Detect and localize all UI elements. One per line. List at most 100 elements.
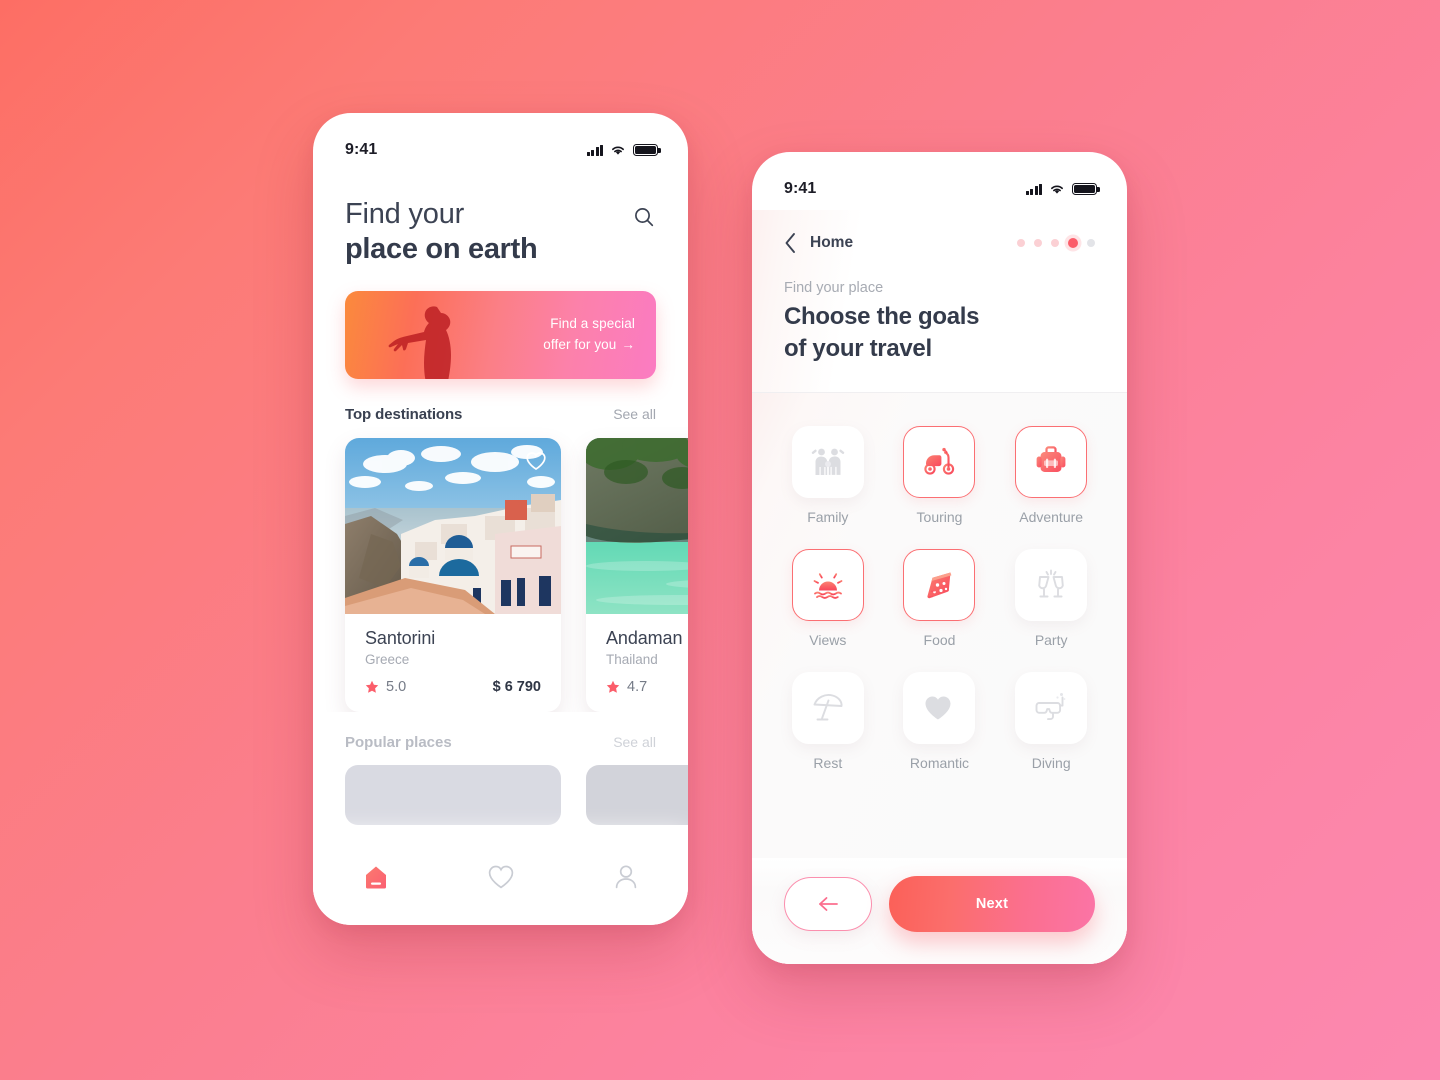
cellular-signal-icon (1025, 183, 1042, 195)
arrow-right-icon: → (621, 336, 635, 352)
andaman-photo (586, 437, 688, 614)
pagination-dot-4-active[interactable] (1068, 238, 1078, 248)
next-button[interactable]: Next (889, 876, 1095, 932)
special-offer-banner[interactable]: Find a special offer for you → (345, 290, 656, 379)
star-icon (606, 680, 620, 693)
goals-header-top: Home (784, 232, 1095, 254)
umbrella-icon (813, 694, 843, 721)
goal-label: Party (1034, 632, 1068, 649)
goal-option-party[interactable]: Party (1007, 549, 1095, 648)
goals-title-line2: of your travel (784, 334, 932, 362)
pagination-dot-2[interactable] (1034, 239, 1042, 247)
destination-price: $ 6 790 (492, 678, 541, 695)
goal-tile (1015, 672, 1088, 745)
goals-grid: Family Touring Adventure Views Food Part… (784, 426, 1095, 771)
goal-label: Diving (1031, 755, 1071, 772)
popular-places-title: Popular places (345, 733, 452, 751)
goal-tile (903, 549, 976, 622)
goal-tile (903, 426, 976, 499)
goal-option-adventure[interactable]: Adventure (1007, 426, 1095, 525)
destination-country: Greece (365, 651, 410, 667)
pagination-dots (1017, 238, 1095, 248)
status-bar-icons (586, 144, 661, 156)
goal-option-rest[interactable]: Rest (784, 672, 872, 771)
goal-label: Family (807, 509, 849, 526)
rating-value: 4.7 (627, 678, 648, 695)
destination-meta: 5.0 $ 6 790 (365, 679, 541, 695)
destination-photo-santorini (345, 437, 561, 614)
woman-silhouette-icon (388, 306, 451, 379)
status-bar-time: 9:41 (784, 180, 817, 197)
back-to-home-link[interactable]: Home (784, 232, 853, 254)
destination-card[interactable]: Andaman Thailand 4.7 (586, 437, 688, 712)
home-header: Find your place on earth (313, 171, 688, 268)
goals-grid-container: Family Touring Adventure Views Food Part… (752, 392, 1127, 858)
top-destinations-carousel[interactable]: Santorini Greece 5.0 $ 6 790 Andaman Tha… (313, 423, 688, 712)
top-destinations-see-all[interactable]: See all (613, 406, 656, 422)
goals-title: Choose the goals of your travel (784, 301, 1095, 364)
status-bar-time: 9:41 (345, 141, 378, 158)
top-destinations-title: Top destinations (345, 405, 463, 423)
wifi-icon (1051, 185, 1063, 194)
page-title-line1: Find your (345, 198, 465, 230)
previous-step-button[interactable] (784, 877, 872, 931)
pagination-dot-5[interactable] (1087, 239, 1095, 247)
popular-places-section: Popular places See all (313, 734, 688, 825)
goal-option-views[interactable]: Views (784, 549, 872, 648)
goal-label: Adventure (1019, 509, 1084, 526)
scooter-icon (924, 448, 955, 475)
rating: 5.0 (365, 679, 406, 695)
favorite-button[interactable] (525, 451, 547, 476)
goal-option-family[interactable]: Family (784, 426, 872, 525)
destination-info: Andaman Thailand 4.7 (586, 614, 688, 712)
phone-home-screen: 9:41 Find your place on earth Find a spe… (313, 113, 688, 925)
star-icon (365, 680, 379, 693)
back-label: Home (810, 234, 854, 251)
goal-label: Romantic (909, 755, 970, 772)
destination-meta: 4.7 (606, 679, 688, 695)
destination-photo-andaman (586, 437, 688, 614)
destination-card[interactable]: Santorini Greece 5.0 $ 6 790 (345, 437, 561, 712)
goal-option-touring[interactable]: Touring (896, 426, 984, 525)
backpack-icon (1036, 446, 1066, 473)
goals-screen-content: Home Find your place Choose the goals of… (752, 210, 1127, 964)
bottom-tab-bar (313, 841, 688, 925)
battery-full-icon (1072, 183, 1100, 195)
goal-tile (791, 672, 864, 745)
goal-tile (1015, 426, 1088, 499)
popular-places-see-all[interactable]: See all (613, 734, 656, 750)
arrow-left-icon (819, 897, 838, 911)
search-button[interactable] (632, 205, 656, 234)
page-title: Find your place on earth (345, 197, 538, 268)
goal-tile (791, 549, 864, 622)
page-title-line2: place on earth (345, 233, 538, 266)
cheers-icon (1038, 569, 1064, 598)
pagination-dot-3[interactable] (1051, 239, 1059, 247)
popular-places-carousel[interactable] (345, 764, 688, 825)
goal-label: Food (923, 632, 956, 649)
goals-header: Home Find your place Choose the goals of… (752, 210, 1127, 392)
goal-option-diving[interactable]: Diving (1007, 672, 1095, 771)
goal-label: Rest (813, 755, 843, 772)
destination-info: Santorini Greece 5.0 $ 6 790 (345, 614, 561, 712)
pagination-dot-1[interactable] (1017, 239, 1025, 247)
tab-home[interactable] (349, 855, 403, 899)
status-bar: 9:41 (313, 113, 688, 171)
destination-country: Thailand (606, 651, 658, 667)
status-bar: 9:41 (752, 152, 1127, 210)
tab-profile[interactable] (599, 855, 653, 899)
popular-place-card[interactable] (345, 764, 561, 825)
goals-kicker: Find your place (784, 280, 884, 296)
rating: 4.7 (606, 679, 647, 695)
wifi-icon (612, 146, 624, 155)
destination-name: Andaman (606, 627, 683, 648)
home-screen-content: Find your place on earth Find a special … (313, 171, 688, 925)
goal-label: Views (809, 632, 847, 649)
goal-option-romantic[interactable]: Romantic (896, 672, 984, 771)
goal-tile (903, 672, 976, 745)
goal-option-food[interactable]: Food (896, 549, 984, 648)
tab-favorites[interactable] (474, 855, 528, 899)
popular-place-card[interactable] (586, 764, 688, 825)
family-icon (811, 448, 845, 476)
snorkel-mask-icon (1035, 693, 1066, 721)
